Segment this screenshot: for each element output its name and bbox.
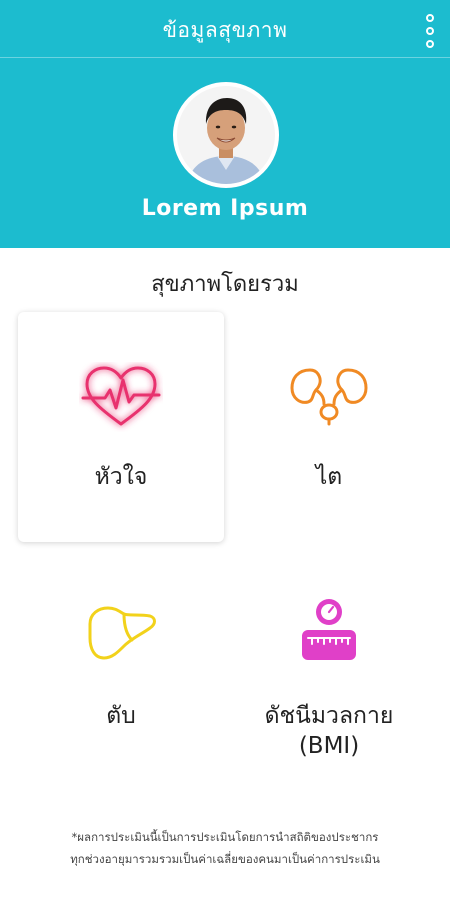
user-name: Lorem Ipsum: [141, 196, 309, 221]
more-options-button[interactable]: [422, 14, 438, 48]
weight-scale-icon: [296, 598, 362, 668]
page-title: ข้อมูลสุขภาพ: [162, 18, 288, 42]
user-photo: [177, 86, 275, 184]
more-vertical-icon-dot: [426, 27, 434, 35]
health-item-label: ตับ: [106, 703, 136, 729]
top-bar: ข้อมูลสุขภาพ: [0, 0, 450, 58]
health-item-liver[interactable]: ตับ: [18, 576, 224, 806]
health-item-label: ไต: [315, 464, 343, 490]
footnote-line: ทุกช่วงอายุมารวมรวมเป็นค่าเฉลี่ยของคนมาเ…: [70, 852, 380, 866]
more-vertical-icon-dot: [426, 40, 434, 48]
more-vertical-icon: [426, 14, 434, 22]
avatar[interactable]: [173, 82, 279, 188]
footnote-line: *ผลการประเมินนี้เป็นการประเมินโดยการนำสถ…: [71, 830, 379, 844]
heart-icon: [79, 362, 163, 436]
health-item-label: หัวใจ: [94, 464, 148, 490]
health-item-kidney[interactable]: ไต: [226, 312, 432, 542]
liver-icon: [84, 604, 158, 666]
health-item-bmi[interactable]: ดัชนีมวลกาย (BMI): [226, 576, 432, 806]
profile-header: ข้อมูลสุขภาพ Lorem Ipsum: [0, 0, 450, 248]
footnote: *ผลการประเมินนี้เป็นการประเมินโดยการนำสถ…: [14, 826, 436, 870]
health-item-label: ดัชนีมวลกาย (BMI): [264, 703, 394, 759]
health-item-heart[interactable]: หัวใจ: [18, 312, 224, 542]
section-title: สุขภาพโดยรวม: [151, 272, 299, 297]
kidney-icon: [288, 364, 370, 430]
